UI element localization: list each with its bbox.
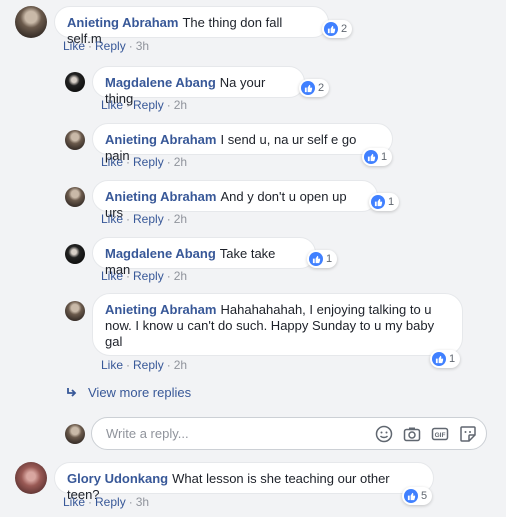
avatar[interactable] — [65, 72, 85, 92]
like-icon — [324, 22, 338, 36]
timestamp[interactable]: 3h — [136, 495, 149, 509]
timestamp[interactable]: 2h — [174, 212, 187, 226]
reaction-count[interactable]: 1 — [307, 250, 338, 268]
comment-actions: Like · Reply · 2h — [101, 212, 188, 226]
like-icon — [432, 352, 446, 366]
sticker-icon[interactable] — [459, 425, 477, 443]
timestamp[interactable]: 2h — [174, 98, 187, 112]
reaction-number: 2 — [341, 23, 348, 35]
comment-author[interactable]: Anieting Abraham — [105, 132, 216, 147]
comment-bubble: Magdalene Abang Na your thing — [92, 66, 305, 106]
avatar[interactable] — [65, 130, 85, 150]
like-link[interactable]: Like — [101, 269, 123, 283]
emoji-icon[interactable] — [375, 425, 393, 443]
reply-link[interactable]: Reply — [95, 495, 126, 509]
comment-author[interactable]: Anieting Abraham — [67, 15, 178, 30]
comment-actions: Like · Reply · 3h — [63, 495, 150, 509]
comment-author[interactable]: Anieting Abraham — [105, 302, 216, 317]
avatar[interactable] — [65, 301, 85, 321]
like-link[interactable]: Like — [63, 39, 85, 53]
comment-actions: Like · Reply · 2h — [101, 155, 188, 169]
comment-actions: Like · Reply · 2h — [101, 269, 188, 283]
comment-actions: Like · Reply · 2h — [101, 358, 188, 372]
reaction-number: 1 — [381, 151, 388, 163]
comment-bubble: Glory Udonkang What lesson is she teachin… — [54, 462, 434, 502]
composer-avatar — [65, 424, 85, 444]
reply-link[interactable]: Reply — [133, 155, 164, 169]
reaction-number: 5 — [421, 490, 428, 502]
like-link[interactable]: Like — [101, 98, 123, 112]
like-link[interactable]: Like — [101, 212, 123, 226]
like-icon — [301, 81, 315, 95]
comment-author[interactable]: Anieting Abraham — [105, 189, 216, 204]
like-link[interactable]: Like — [63, 495, 85, 509]
reply-input[interactable] — [104, 425, 374, 442]
reply-link[interactable]: Reply — [95, 39, 126, 53]
comment-bubble: Anieting Abraham And y don't u open up ur… — [92, 180, 378, 220]
avatar[interactable] — [15, 6, 47, 38]
reaction-count[interactable]: 1 — [430, 350, 461, 368]
reaction-count[interactable]: 5 — [402, 487, 433, 505]
reply-link[interactable]: Reply — [133, 269, 164, 283]
reaction-number: 1 — [326, 253, 333, 265]
reply-link[interactable]: Reply — [133, 98, 164, 112]
avatar[interactable] — [65, 244, 85, 264]
comment-bubble: Anieting Abraham Hahahahahah, I enjoying … — [92, 293, 463, 356]
reaction-count[interactable]: 1 — [369, 193, 400, 211]
comment-bubble: Anieting Abraham I send u, na ur self e g… — [92, 123, 393, 163]
reaction-number: 1 — [449, 353, 456, 365]
view-more-label: View more replies — [88, 385, 192, 400]
avatar[interactable] — [15, 462, 47, 494]
reaction-count[interactable]: 2 — [322, 20, 353, 38]
like-icon — [364, 150, 378, 164]
reply-link[interactable]: Reply — [133, 212, 164, 226]
comment-bubble: Magdalene Abang Take take man — [92, 237, 316, 277]
comment-bubble: Anieting Abraham The thing don fall self.… — [54, 6, 329, 46]
reaction-count[interactable]: 2 — [299, 79, 330, 97]
like-link[interactable]: Like — [101, 358, 123, 372]
like-link[interactable]: Like — [101, 155, 123, 169]
comment-actions: Like · Reply · 3h — [63, 39, 150, 53]
reaction-number: 2 — [318, 82, 325, 94]
comment-author[interactable]: Magdalene Abang — [105, 246, 216, 261]
reaction-number: 1 — [388, 196, 395, 208]
view-more-replies-link[interactable]: View more replies — [66, 385, 191, 400]
gif-icon[interactable]: GIF — [431, 425, 449, 443]
comment-author[interactable]: Glory Udonkang — [67, 471, 168, 486]
like-icon — [404, 489, 418, 503]
comment-actions: Like · Reply · 2h — [101, 98, 188, 112]
reply-arrow-icon — [67, 387, 77, 397]
reaction-count[interactable]: 1 — [362, 148, 393, 166]
avatar[interactable] — [65, 187, 85, 207]
reply-composer: GIF — [91, 417, 487, 450]
reply-link[interactable]: Reply — [133, 358, 164, 372]
timestamp[interactable]: 2h — [174, 358, 187, 372]
camera-icon[interactable] — [403, 425, 421, 443]
timestamp[interactable]: 2h — [174, 155, 187, 169]
like-icon — [371, 195, 385, 209]
timestamp[interactable]: 2h — [174, 269, 187, 283]
like-icon — [309, 252, 323, 266]
comment-author[interactable]: Magdalene Abang — [105, 75, 216, 90]
timestamp[interactable]: 3h — [136, 39, 149, 53]
svg-text:GIF: GIF — [435, 432, 446, 439]
